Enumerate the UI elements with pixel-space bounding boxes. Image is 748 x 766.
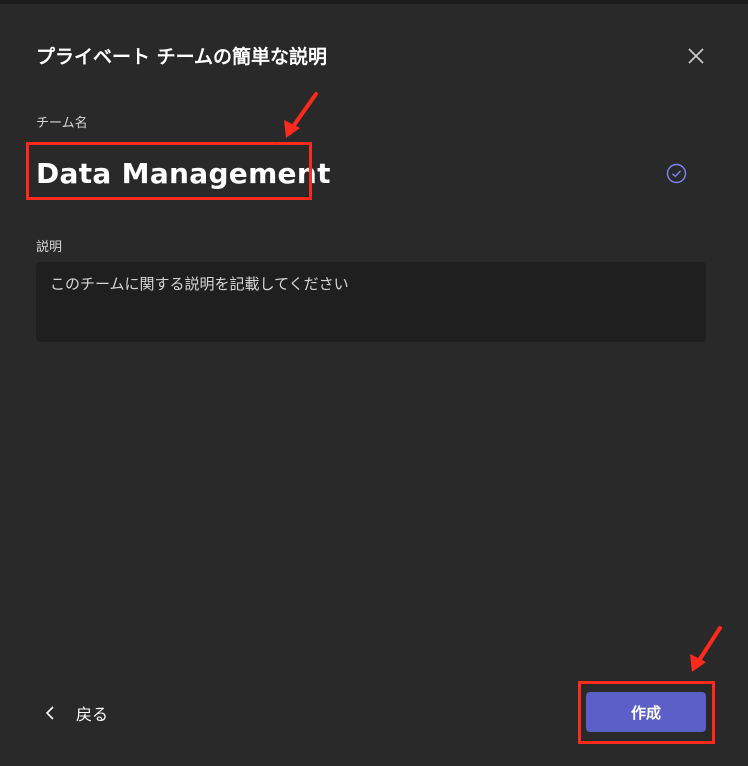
chevron-left-icon <box>45 706 54 720</box>
create-button-label: 作成 <box>630 703 661 722</box>
annotation-arrow-icon <box>284 92 318 138</box>
annotation-highlight-team-name <box>26 142 312 200</box>
create-team-dialog: プライベート チームの簡単な説明 チーム名 Data Management 説明… <box>0 0 748 766</box>
team-name-label: チーム名 <box>36 116 88 131</box>
create-button[interactable]: 作成 <box>586 692 706 732</box>
back-button-label: 戻る <box>76 705 109 724</box>
description-label: 説明 <box>36 240 63 255</box>
close-icon[interactable] <box>684 44 708 68</box>
check-circle-icon <box>666 163 687 184</box>
annotation-arrow-icon <box>690 626 722 672</box>
back-button[interactable]: 戻る <box>44 700 108 726</box>
dialog-title: プライベート チームの簡単な説明 <box>36 46 328 68</box>
description-field[interactable]: このチームに関する説明を記載してください <box>36 262 706 342</box>
description-placeholder: このチームに関する説明を記載してください <box>50 275 349 293</box>
